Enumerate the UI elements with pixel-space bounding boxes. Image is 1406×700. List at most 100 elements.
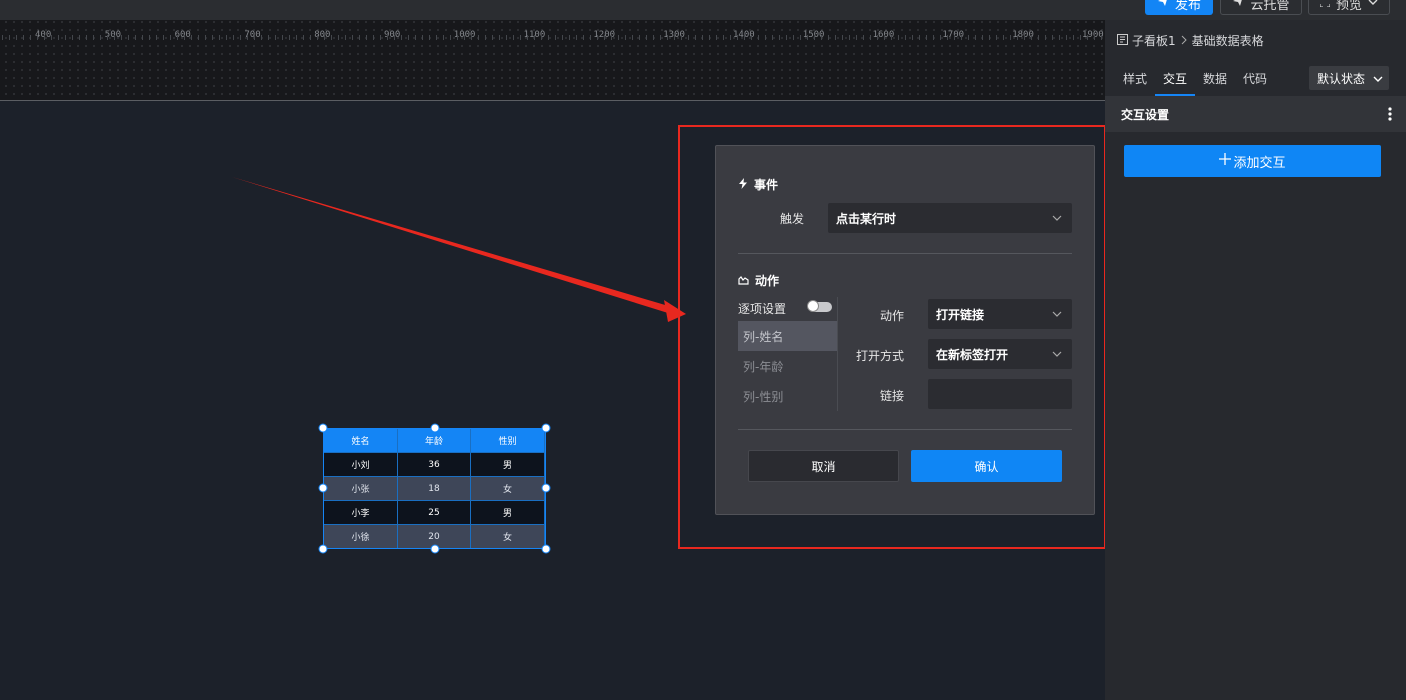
ruler-tick [9, 35, 10, 40]
ruler-tick [394, 35, 395, 40]
resize-handle-top-right[interactable] [541, 423, 551, 433]
ruler-tick [1052, 35, 1053, 40]
ruler-tick [681, 35, 682, 40]
lightning-icon [738, 177, 748, 192]
ruler-ticks: 4005006007008009001000110012001300140015… [0, 20, 1105, 42]
column-item[interactable]: 列-年龄 [738, 351, 838, 381]
per-item-toggle[interactable] [807, 300, 832, 312]
publish-button[interactable]: 发布 [1145, 0, 1213, 15]
action-select[interactable]: 打开链接 [928, 299, 1072, 329]
ruler-tick [912, 35, 913, 40]
column-item[interactable]: 列-性别 [738, 381, 838, 411]
ruler-tick [219, 35, 220, 40]
ruler-tick [702, 35, 703, 40]
publish-label: 发布 [1174, 0, 1201, 13]
ruler-tick [429, 35, 430, 40]
ruler-tick [373, 35, 374, 40]
ruler-tick [310, 35, 311, 40]
ruler-tick [674, 35, 675, 40]
ruler-tick [569, 35, 570, 40]
action-value: 打开链接 [936, 307, 985, 322]
add-interaction-button[interactable]: 添加交互 [1124, 145, 1381, 177]
link-input[interactable] [928, 379, 1072, 409]
state-value: 默认状态 [1317, 71, 1366, 86]
event-section-title: 事件 [738, 176, 778, 193]
resize-handle-bottom[interactable] [430, 544, 440, 554]
ruler-tick [1101, 35, 1102, 40]
ruler-tick [352, 35, 353, 40]
column-list: 列-姓名 列-年龄 列-性别 [738, 321, 838, 411]
ruler-tick [23, 35, 24, 40]
ruler-tick [100, 35, 101, 40]
resize-handle-bottom-right[interactable] [541, 544, 551, 554]
ruler-tick [1031, 35, 1032, 40]
chevron-down-icon [1052, 212, 1062, 222]
ruler-tick [191, 35, 192, 40]
ruler-tick [758, 35, 759, 40]
cancel-button[interactable]: 取消 [748, 450, 899, 482]
tab-interaction[interactable]: 交互 [1163, 70, 1187, 87]
ruler-tick [779, 35, 780, 40]
ruler-tick [828, 35, 829, 40]
breadcrumb-parent[interactable]: 子看板1 [1132, 32, 1176, 49]
ruler-tick [926, 35, 927, 40]
confirm-button[interactable]: 确认 [911, 450, 1062, 482]
chevron-down-icon [1052, 308, 1062, 318]
resize-handle-top-left[interactable] [318, 423, 328, 433]
column-item[interactable]: 列-姓名 [738, 321, 838, 351]
tab-style[interactable]: 样式 [1123, 70, 1147, 87]
ruler-tick [240, 35, 241, 40]
ruler-tick [1087, 35, 1088, 40]
ruler-tick [744, 35, 745, 40]
ruler-tick [590, 35, 591, 40]
tab-data[interactable]: 数据 [1203, 70, 1227, 87]
ruler-tick [835, 35, 836, 40]
send-icon [1157, 0, 1169, 11]
ruler-tick [814, 35, 815, 40]
ruler-tick [772, 35, 773, 40]
ruler-tick [506, 35, 507, 40]
ruler-tick [121, 35, 122, 40]
ruler-tick [786, 35, 787, 40]
ruler-tick [870, 35, 871, 40]
ruler-tick [324, 35, 325, 40]
cloud-hosting-label: 云托管 [1250, 0, 1290, 13]
ruler-tick [226, 35, 227, 40]
ruler-tick [457, 35, 458, 40]
open-mode-label: 打开方式 [855, 349, 904, 363]
resize-handle-top[interactable] [430, 423, 440, 433]
ruler-tick [485, 35, 486, 40]
ruler-tick [1045, 35, 1046, 40]
ruler-tick [996, 35, 997, 40]
ruler-tick [163, 35, 164, 40]
tab-code[interactable]: 代码 [1243, 70, 1267, 87]
preview-button[interactable]: 预览 [1308, 0, 1390, 15]
ruler-tick [807, 35, 808, 40]
ruler-tick [1059, 35, 1060, 40]
open-mode-select[interactable]: 在新标签打开 [928, 339, 1072, 369]
state-select[interactable]: 默认状态 [1309, 66, 1389, 90]
ruler-tick [282, 35, 283, 40]
ruler-tick [366, 35, 367, 40]
ruler-tick [51, 35, 52, 40]
section-divider [738, 429, 1072, 430]
right-property-panel: 子看板1 基础数据表格 样式 交互 数据 代码 默认状态 交互设置 添加交互 [1105, 20, 1406, 700]
ruler-tick [359, 35, 360, 40]
resize-handle-bottom-left[interactable] [318, 544, 328, 554]
action-section-title: 动作 [738, 272, 779, 289]
ruler-tick [107, 35, 108, 40]
more-options-icon[interactable] [1388, 106, 1392, 122]
resize-handle-right[interactable] [541, 483, 551, 493]
cloud-hosting-button[interactable]: 云托管 [1220, 0, 1302, 15]
ruler-tick [688, 35, 689, 40]
trigger-select[interactable]: 点击某行时 [828, 203, 1072, 233]
basic-data-table-widget[interactable]: 姓名 年龄 性别 小刘 36 男 小张 18 女 小李 25 男 小徐 20 女 [318, 423, 551, 554]
ruler-tick [639, 35, 640, 40]
ruler-tick [884, 35, 885, 40]
resize-handle-left[interactable] [318, 483, 328, 493]
ruler-tick [261, 35, 262, 40]
ruler-tick [380, 35, 381, 40]
ruler-tick [982, 35, 983, 40]
ruler-tick [716, 35, 717, 40]
ruler-tick [940, 35, 941, 40]
